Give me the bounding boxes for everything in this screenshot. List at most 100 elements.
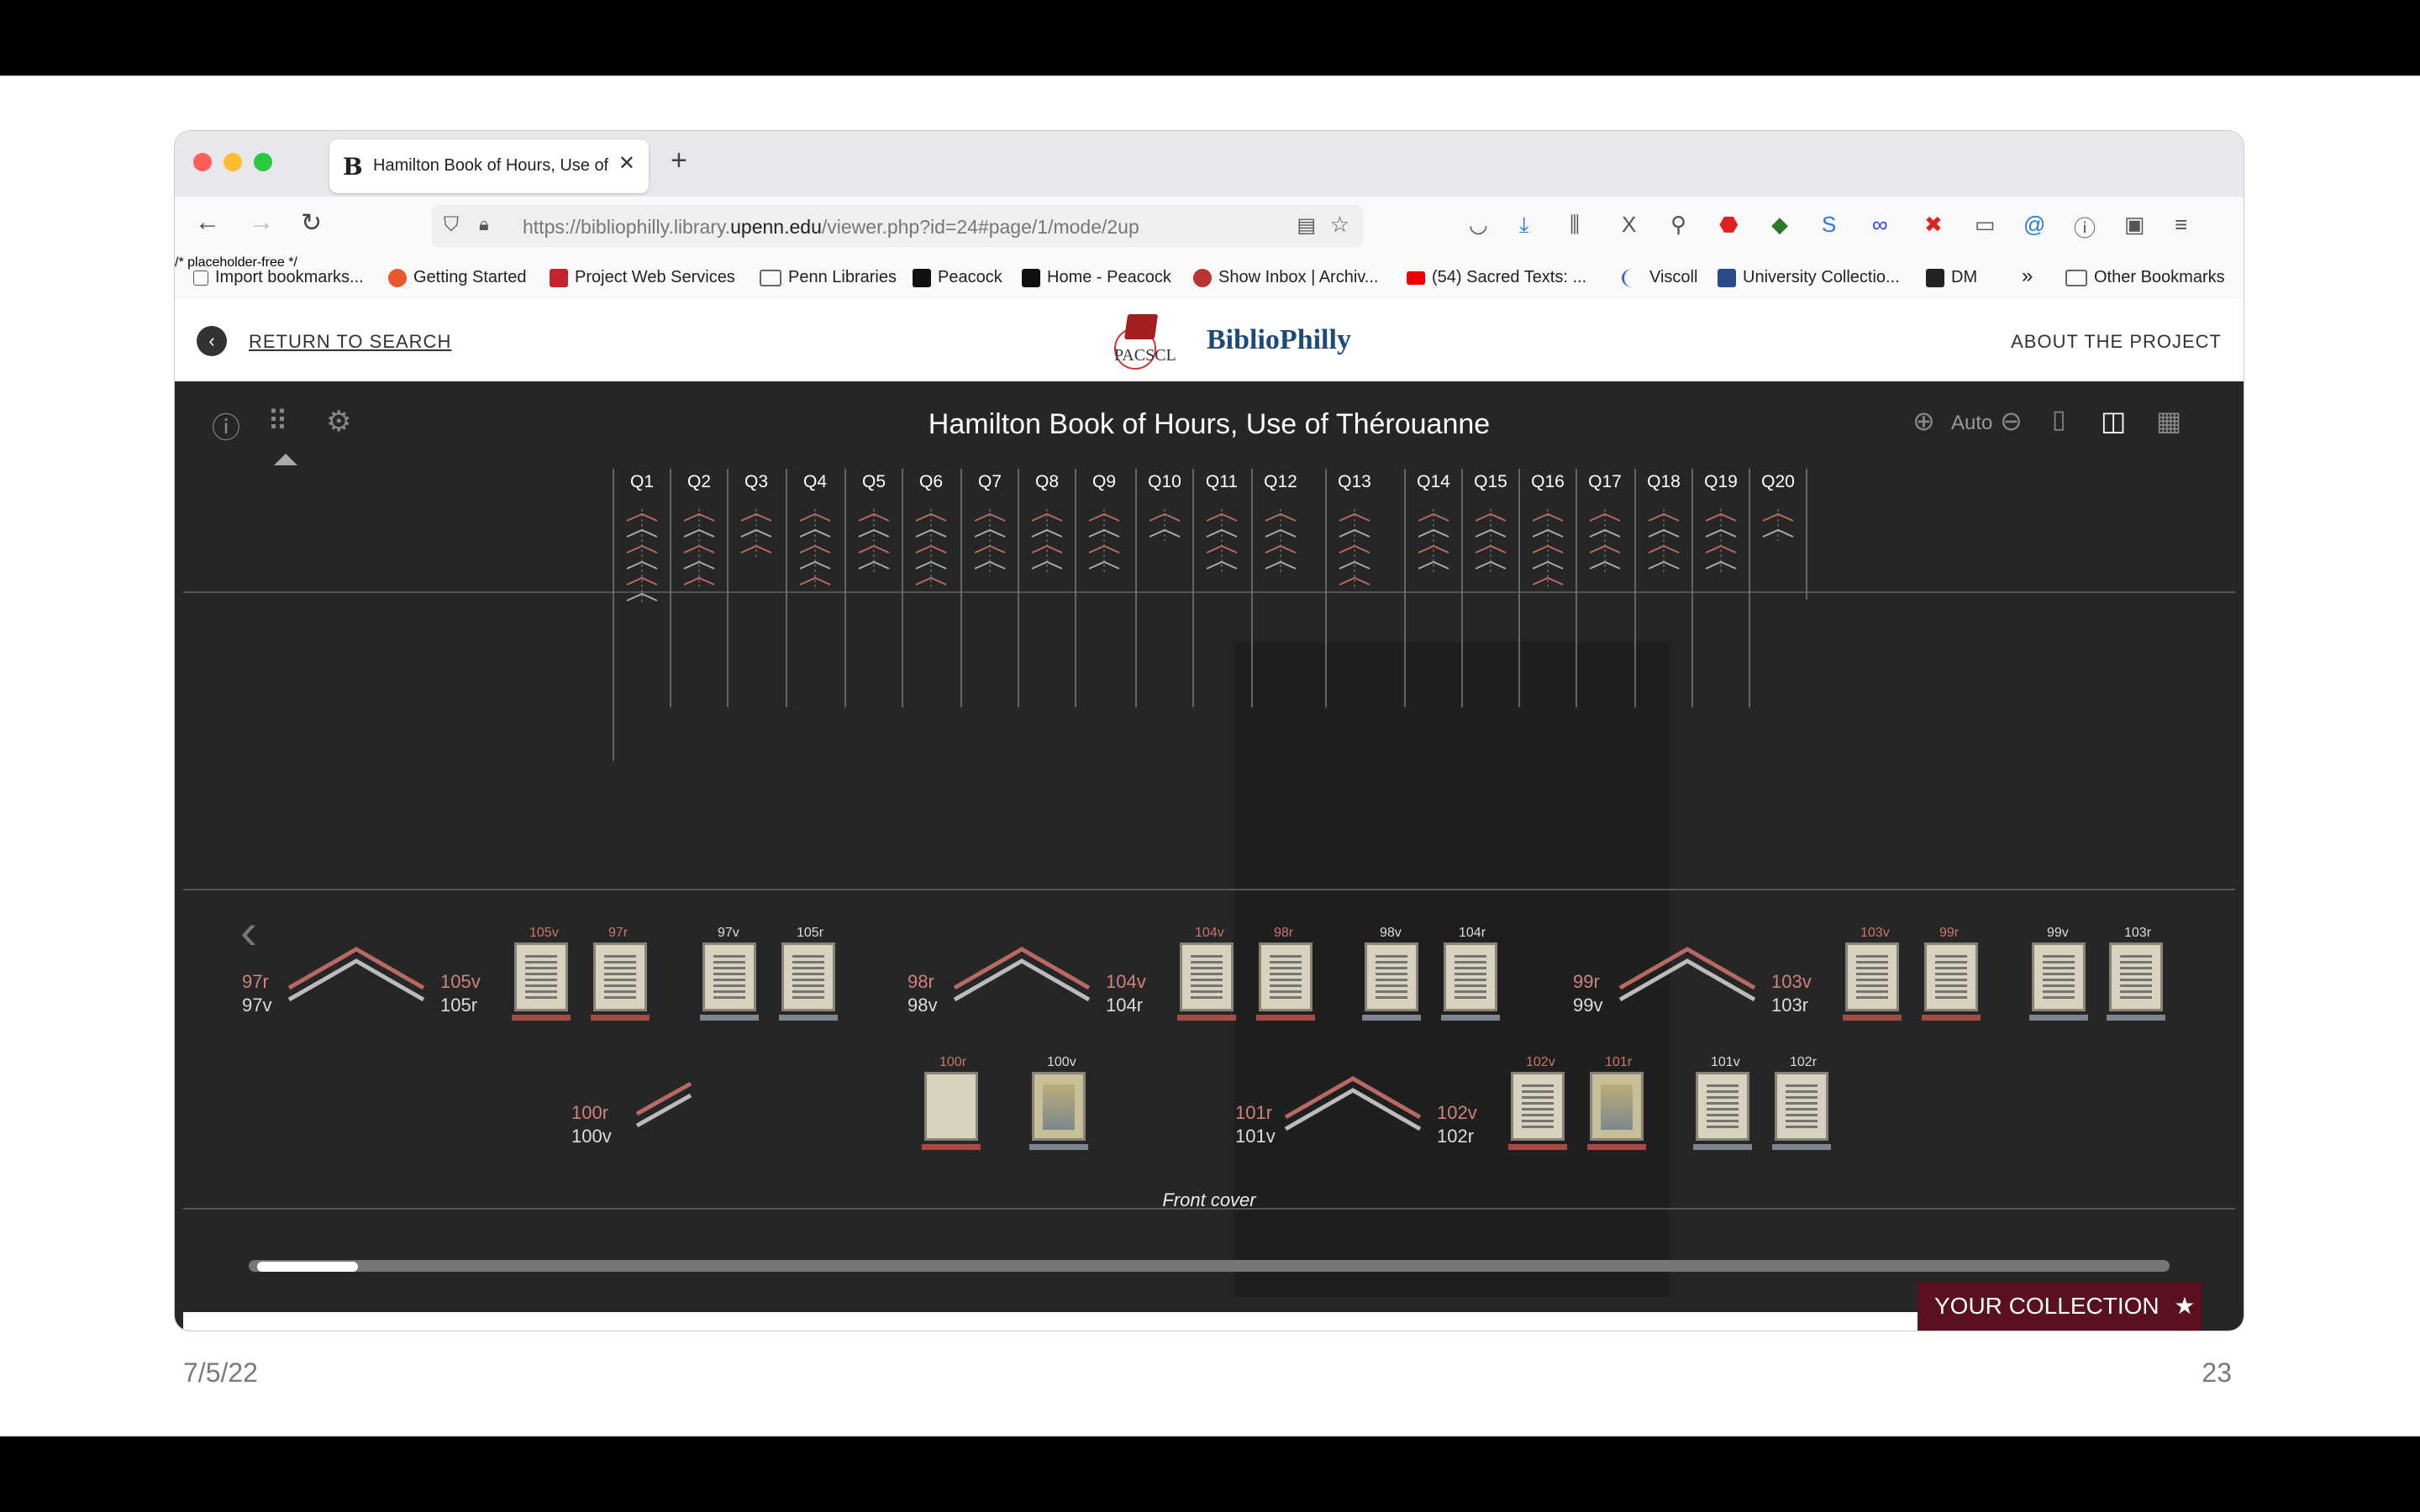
page-thumbnail[interactable] xyxy=(1511,1072,1565,1141)
page-thumbnail[interactable] xyxy=(2109,942,2163,1011)
pocket-icon[interactable]: ◡ xyxy=(1469,212,1488,238)
extension-icon[interactable]: ◆ xyxy=(1771,212,1788,238)
tab-close-icon[interactable]: ✕ xyxy=(618,151,635,176)
page-thumbnail[interactable] xyxy=(1365,942,1418,1011)
conjoin-chevron[interactable] xyxy=(287,947,425,990)
quire-label[interactable]: Q17 xyxy=(1580,472,1630,492)
bookmark-item[interactable]: Penn Libraries xyxy=(760,268,897,287)
back-chevron-icon[interactable]: ‹ xyxy=(197,326,227,356)
previous-chevron-icon[interactable]: ‹ xyxy=(240,902,257,960)
forward-arrow-icon[interactable]: → xyxy=(249,208,274,237)
new-tab-button[interactable]: + xyxy=(671,144,687,177)
page-thumbnail[interactable] xyxy=(1696,1072,1749,1141)
conjoin-chevron[interactable] xyxy=(1618,958,1756,1002)
site-logo[interactable]: PACSCL BiblioPhilly xyxy=(1114,311,1366,371)
quire-label[interactable]: Q15 xyxy=(1465,472,1516,492)
bookmark-item[interactable]: Show Inbox | Archiv... xyxy=(1193,268,1378,287)
page-thumbnail[interactable] xyxy=(514,942,568,1011)
quire-label[interactable]: Q1 xyxy=(617,472,667,492)
quire-label[interactable]: Q20 xyxy=(1753,472,1803,492)
url-text[interactable]: https://bibliophilly.library.upenn.edu/v… xyxy=(523,216,1139,239)
address-bar[interactable]: ⛉ 🔒︎ https://bibliophilly.library.upenn.… xyxy=(432,205,1363,247)
page-thumbnail[interactable] xyxy=(1845,942,1899,1011)
shield-icon[interactable]: ⛉ xyxy=(444,213,459,237)
minimize-window-button[interactable] xyxy=(224,153,242,171)
conjoin-chevron[interactable] xyxy=(953,947,1091,990)
bookmark-item[interactable]: Viscoll xyxy=(1622,268,1697,287)
quire-label[interactable]: Q11 xyxy=(1197,472,1247,492)
conjoin-chevron[interactable] xyxy=(953,958,1091,1002)
quire-label[interactable]: Q12 xyxy=(1255,472,1306,492)
quire-label[interactable]: Q5 xyxy=(849,472,899,492)
thumbnail-bar xyxy=(512,1015,571,1021)
about-the-project-link[interactable]: ABOUT THE PROJECT xyxy=(2011,331,2222,353)
page-thumbnail[interactable] xyxy=(1444,942,1497,1011)
link-extension-icon[interactable]: ∞ xyxy=(1872,212,1888,238)
page-thumbnail[interactable] xyxy=(2032,942,2086,1011)
page-scrollbar[interactable] xyxy=(249,1260,2170,1272)
close-window-button[interactable] xyxy=(193,153,212,171)
reader-view-icon[interactable]: ▤ xyxy=(1297,213,1316,238)
reload-icon[interactable]: ↻ xyxy=(301,208,322,238)
at-extension-icon[interactable]: @ xyxy=(2023,212,2045,238)
page-thumbnail[interactable] xyxy=(1775,1072,1828,1141)
downloads-icon[interactable]: ⤓ xyxy=(1519,212,1529,239)
search-extension-icon[interactable]: ⚲ xyxy=(1670,212,1686,238)
bookmark-star-icon[interactable]: ☆ xyxy=(1330,212,1349,238)
quire-label[interactable]: Q16 xyxy=(1523,472,1573,492)
zotero-icon[interactable]: X xyxy=(1622,212,1636,238)
page-thumbnail[interactable] xyxy=(593,942,647,1011)
quire-label[interactable]: Q9 xyxy=(1079,472,1129,492)
quire-label[interactable]: Q2 xyxy=(674,472,724,492)
reader-extension-icon[interactable]: ▣ xyxy=(2124,212,2145,238)
page-thumbnail[interactable] xyxy=(702,942,756,1011)
bookmark-item[interactable]: (54) Sacred Texts: ... xyxy=(1407,268,1586,287)
page-thumbnail[interactable] xyxy=(1924,942,1978,1011)
conjoin-chevron[interactable] xyxy=(1618,947,1756,990)
quire-label[interactable]: Q7 xyxy=(965,472,1015,492)
your-collection-button[interactable]: YOUR COLLECTION ★ xyxy=(1918,1282,2202,1331)
quire-label[interactable]: Q8 xyxy=(1022,472,1072,492)
quire-label[interactable]: Q4 xyxy=(790,472,840,492)
maximize-window-button[interactable] xyxy=(254,153,272,171)
page-thumbnail[interactable] xyxy=(1590,1072,1644,1141)
left-leaf-label: 100r xyxy=(571,1102,609,1123)
bookmark-item[interactable]: Getting Started xyxy=(388,268,527,287)
back-arrow-icon[interactable]: ← xyxy=(195,208,220,237)
bookmark-item[interactable]: Peacock xyxy=(913,268,1002,287)
quire-label[interactable]: Q19 xyxy=(1696,472,1746,492)
conjoin-chevron[interactable] xyxy=(287,958,425,1002)
page-extension-icon[interactable]: ▭ xyxy=(1975,212,1996,238)
thumbnail-label: 99r xyxy=(1939,926,1960,940)
extension-s-icon[interactable]: S xyxy=(1822,212,1836,238)
quire-label[interactable]: Q18 xyxy=(1639,472,1689,492)
quire-label[interactable]: Q6 xyxy=(906,472,956,492)
bookmark-item[interactable]: Project Web Services xyxy=(550,268,735,287)
info-extension-icon[interactable]: ⓘ xyxy=(2074,212,2096,243)
bookmark-item[interactable]: DM xyxy=(1926,268,1977,287)
page-thumbnail[interactable] xyxy=(924,1072,978,1141)
page-thumbnail[interactable] xyxy=(781,942,835,1011)
library-icon[interactable]: ⫼ xyxy=(1570,212,1580,239)
bookmark-item[interactable]: Import bookmarks... xyxy=(193,268,364,287)
quire-label[interactable]: Q14 xyxy=(1408,472,1459,492)
return-to-search-link[interactable]: RETURN TO SEARCH xyxy=(249,331,451,353)
block-extension-icon[interactable]: ✖ xyxy=(1924,212,1943,238)
quire-label[interactable]: Q3 xyxy=(731,472,781,492)
quire-label[interactable]: Q13 xyxy=(1329,472,1380,492)
conjoin-chevron[interactable] xyxy=(1284,1076,1422,1120)
more-bookmarks-chevron-icon[interactable]: » xyxy=(2022,265,2033,288)
quire-label[interactable]: Q10 xyxy=(1139,472,1190,492)
bookmark-item[interactable]: Home - Peacock xyxy=(1022,268,1171,287)
menu-icon[interactable]: ≡ xyxy=(2175,212,2187,238)
bookmark-item[interactable]: Other Bookmarks xyxy=(2065,268,2225,287)
page-thumbnail[interactable] xyxy=(1032,1072,1086,1141)
page-thumbnail[interactable] xyxy=(1259,942,1313,1011)
page-thumbnail[interactable] xyxy=(1180,942,1234,1011)
bookmark-item[interactable]: University Collectio... xyxy=(1718,268,1900,287)
conjoin-chevron[interactable] xyxy=(1284,1088,1422,1131)
adblock-icon[interactable]: ⬣ xyxy=(1719,212,1739,238)
browser-tab[interactable]: B Hamilton Book of Hours, Use of ✕ xyxy=(329,139,649,193)
scrollbar-thumb[interactable] xyxy=(257,1262,358,1272)
lock-icon[interactable]: 🔒︎ xyxy=(479,213,489,235)
